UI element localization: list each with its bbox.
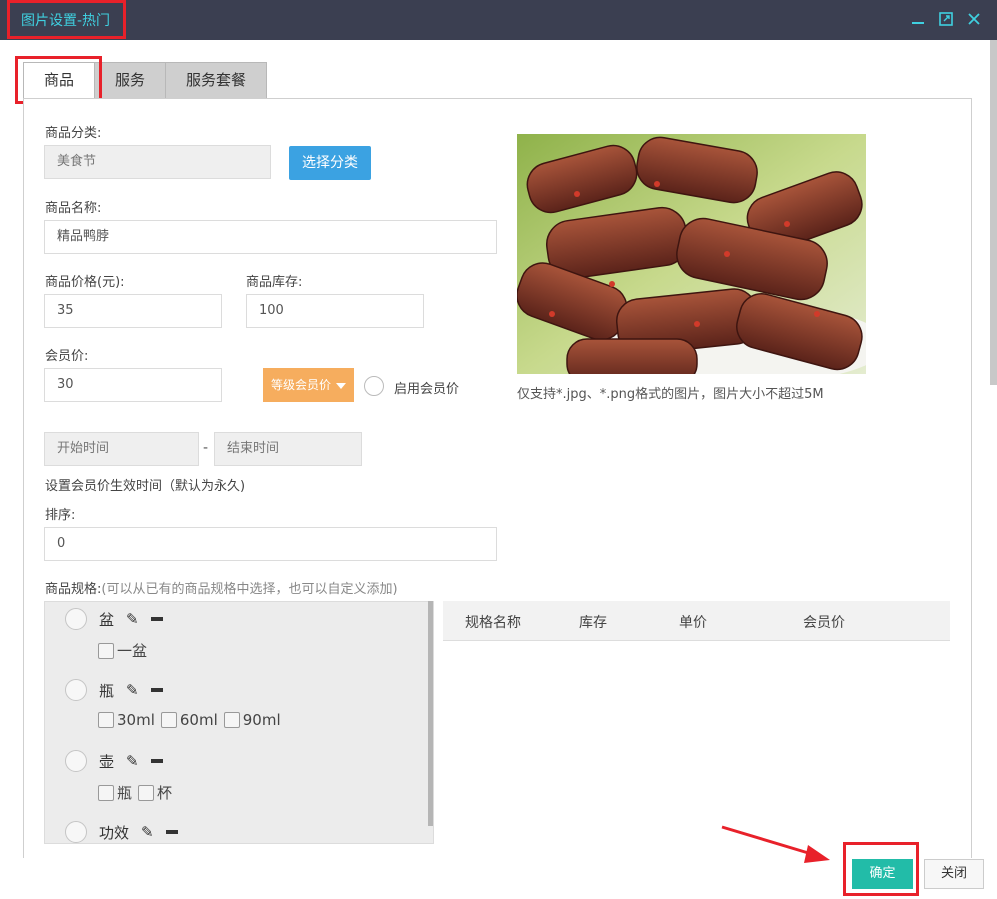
checkbox[interactable]: [98, 642, 114, 659]
pencil-icon[interactable]: ✎: [126, 610, 139, 628]
spec-table-header: 规格名称 库存 单价 会员价: [443, 601, 950, 641]
spec-option[interactable]: 60ml: [160, 711, 218, 729]
tab-service[interactable]: 服务: [94, 62, 167, 99]
spec-group-pot: 壶 ✎: [65, 750, 163, 772]
spec-options: 瓶 杯: [98, 782, 172, 803]
minus-icon[interactable]: [150, 688, 163, 692]
minimize-icon[interactable]: [909, 10, 927, 28]
start-time-input[interactable]: 开始时间: [44, 432, 199, 466]
select-category-button[interactable]: 选择分类: [289, 146, 371, 180]
column-spec-name: 规格名称: [465, 615, 521, 631]
spec-list-scrollbar[interactable]: [428, 601, 433, 826]
spec-hint: (可以从已有的商品规格中选择，也可以自定义添加): [101, 582, 398, 597]
spec-group-radio[interactable]: [65, 821, 87, 843]
spec-list: 盆 ✎ 一盆 瓶 ✎ 30ml 60ml 90ml 壶 ✎ 瓶 杯 功效 ✎: [44, 601, 434, 844]
level-member-price-button[interactable]: 等级会员价: [263, 368, 354, 402]
tab-highlight-box: [15, 56, 102, 104]
spec-label: 商品规格:(可以从已有的商品规格中选择，也可以自定义添加): [45, 578, 398, 597]
level-member-price-label: 等级会员价: [271, 378, 332, 392]
dialog-scrollbar[interactable]: [990, 40, 997, 385]
maximize-icon[interactable]: [937, 10, 955, 28]
column-member-price: 会员价: [803, 615, 845, 631]
goods-form-panel: 商品分类: 美食节 选择分类 商品名称: 精品鸭脖 商品价格(元): 35 商品…: [23, 98, 972, 858]
time-separator: -: [203, 440, 209, 456]
spec-label-text: 商品规格:: [45, 582, 102, 597]
spec-group-name: 瓶: [99, 681, 115, 700]
spec-group-radio[interactable]: [65, 750, 87, 772]
stock-input[interactable]: 100: [246, 294, 424, 328]
checkbox[interactable]: [98, 784, 114, 801]
window-titlebar: 图片设置-热门: [0, 0, 997, 40]
spec-option[interactable]: 90ml: [223, 711, 281, 729]
tab-service-package[interactable]: 服务套餐: [165, 62, 268, 99]
category-field[interactable]: 美食节: [44, 145, 271, 179]
spec-option-label: 瓶: [117, 784, 133, 802]
price-input[interactable]: 35: [44, 294, 222, 328]
title-highlight-box: [7, 0, 126, 39]
category-label: 商品分类:: [45, 126, 102, 141]
spec-group-pen: 盆 ✎: [65, 608, 163, 630]
stock-label: 商品库存:: [246, 275, 303, 290]
member-price-label: 会员价:: [45, 349, 89, 364]
spec-option[interactable]: 杯: [138, 782, 172, 803]
annotation-arrow: [721, 825, 830, 863]
spec-options: 30ml 60ml 90ml: [98, 711, 281, 729]
spec-option-label: 60ml: [179, 711, 218, 729]
time-hint: 设置会员价生效时间（默认为永久): [45, 479, 246, 494]
checkbox[interactable]: [98, 712, 114, 728]
minus-icon[interactable]: [150, 759, 163, 763]
spec-group-radio[interactable]: [65, 679, 87, 701]
sort-label: 排序:: [45, 508, 76, 523]
minus-icon[interactable]: [150, 617, 163, 621]
pencil-icon[interactable]: ✎: [126, 681, 139, 699]
column-unit-price: 单价: [679, 615, 707, 631]
pencil-icon[interactable]: ✎: [126, 752, 139, 770]
close-icon[interactable]: [965, 10, 983, 28]
checkbox[interactable]: [138, 784, 155, 801]
goods-name-input[interactable]: 精品鸭脖: [44, 220, 497, 254]
spec-group-effect: 功效 ✎: [65, 821, 178, 843]
spec-option[interactable]: 30ml: [98, 711, 155, 729]
enable-member-price-radio[interactable]: [364, 376, 384, 396]
price-label: 商品价格(元):: [45, 275, 125, 290]
end-time-input[interactable]: 结束时间: [214, 432, 362, 466]
caret-down-icon: [335, 382, 346, 389]
sort-input[interactable]: 0: [44, 527, 497, 561]
spec-option-label: 一盆: [117, 642, 148, 660]
spec-option[interactable]: 瓶: [98, 782, 132, 803]
checkbox[interactable]: [160, 712, 177, 728]
spec-option[interactable]: 一盆: [98, 640, 147, 661]
product-photo[interactable]: [517, 134, 866, 374]
enable-member-price-label: 启用会员价: [394, 382, 460, 397]
spec-group-name: 壶: [99, 752, 115, 771]
checkbox[interactable]: [223, 712, 240, 728]
spec-group-name: 盆: [99, 610, 115, 629]
image-upload-note: 仅支持*.jpg、*.png格式的图片，图片大小不超过5M: [517, 387, 824, 402]
spec-option-label: 90ml: [242, 711, 281, 729]
spec-option-label: 30ml: [117, 711, 155, 729]
member-price-input[interactable]: 30: [44, 368, 222, 402]
spec-group-name: 功效: [99, 823, 130, 842]
spec-options: 一盆: [98, 640, 147, 661]
name-label: 商品名称:: [45, 201, 102, 216]
spec-group-bottle: 瓶 ✎: [65, 679, 163, 701]
pencil-icon[interactable]: ✎: [141, 823, 154, 841]
spec-option-label: 杯: [157, 784, 173, 802]
confirm-highlight-box: [843, 842, 919, 896]
spec-group-radio[interactable]: [65, 608, 87, 630]
close-button[interactable]: 关闭: [924, 859, 984, 889]
column-stock: 库存: [579, 615, 607, 631]
minus-icon[interactable]: [165, 830, 178, 834]
